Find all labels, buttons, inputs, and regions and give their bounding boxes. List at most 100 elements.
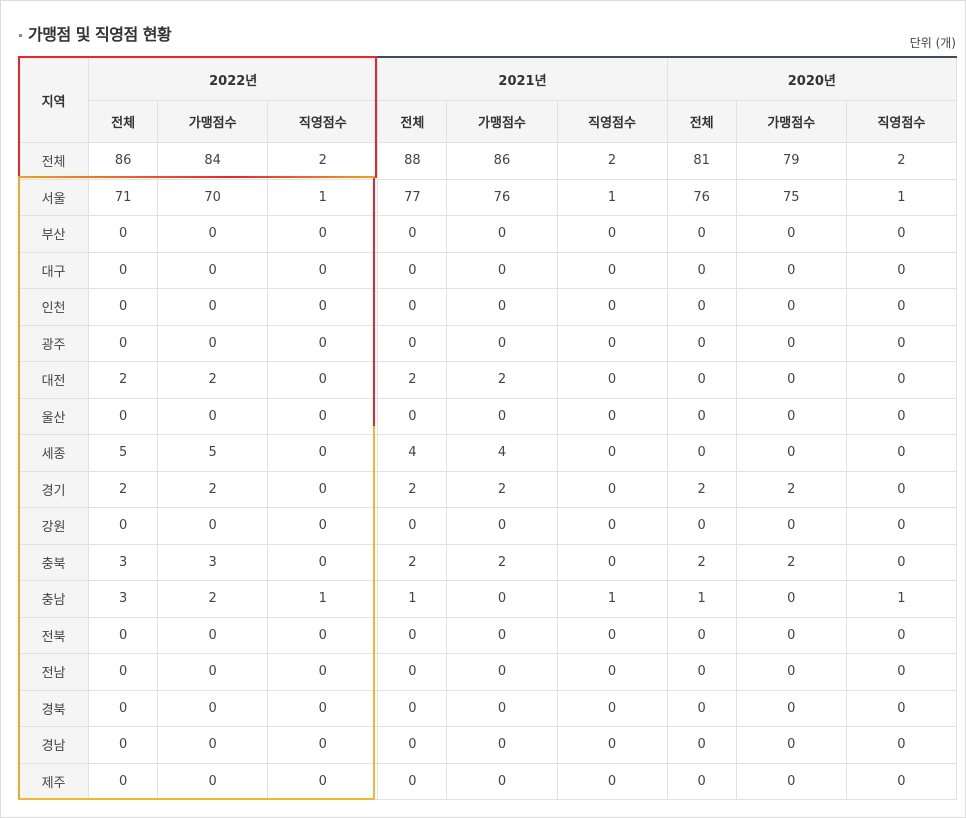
table-row: 전체 86 84 2 88 86 2 81 79 2: [17, 142, 958, 180]
unit-label: 단위 (개): [909, 36, 956, 50]
value-cell: 0: [377, 251, 448, 289]
value-cell: 0: [88, 288, 159, 326]
value-cell: 0: [377, 397, 448, 435]
value-cell: 84: [157, 142, 269, 180]
value-cell: 0: [267, 397, 379, 435]
value-cell: 1: [666, 580, 737, 618]
value-cell: 0: [556, 361, 668, 399]
value-cell: 2: [377, 470, 448, 508]
value-cell: 0: [157, 689, 269, 727]
table-row: 부산 0 0 0 0 0 0 0 0 0: [17, 215, 958, 253]
value-cell: 2: [845, 142, 958, 180]
value-cell: 81: [666, 142, 737, 180]
value-cell: 2: [157, 580, 269, 618]
value-cell: 5: [88, 434, 159, 472]
value-cell: 1: [556, 580, 668, 618]
value-cell: 0: [446, 397, 558, 435]
total-header: 전체: [88, 100, 159, 143]
value-cell: 0: [845, 251, 958, 289]
value-cell: 0: [845, 616, 958, 654]
value-cell: 0: [666, 507, 737, 545]
value-cell: 0: [88, 726, 159, 764]
value-cell: 0: [267, 251, 379, 289]
value-cell: 0: [267, 470, 379, 508]
table-row: 경기 2 2 0 2 2 0 2 2 0: [17, 470, 958, 508]
value-cell: 0: [377, 324, 448, 362]
franchise-count-header: 가맹점수: [446, 100, 558, 143]
value-cell: 0: [157, 726, 269, 764]
value-cell: 0: [157, 507, 269, 545]
bullet-icon: [19, 33, 22, 37]
value-cell: 0: [267, 726, 379, 764]
value-cell: 0: [845, 397, 958, 435]
value-cell: 0: [88, 653, 159, 691]
value-cell: 0: [88, 251, 159, 289]
region-cell: 경남: [17, 726, 90, 764]
value-cell: 0: [446, 324, 558, 362]
value-cell: 0: [666, 689, 737, 727]
table-row: 울산 0 0 0 0 0 0 0 0 0: [17, 397, 958, 435]
value-cell: 5: [157, 434, 269, 472]
value-cell: 0: [845, 507, 958, 545]
value-cell: 0: [88, 762, 159, 800]
value-cell: 0: [377, 288, 448, 326]
value-cell: 0: [845, 288, 958, 326]
value-cell: 0: [666, 762, 737, 800]
value-cell: 0: [666, 653, 737, 691]
value-cell: 70: [157, 178, 269, 216]
value-cell: 0: [556, 215, 668, 253]
value-cell: 0: [735, 397, 847, 435]
value-cell: 0: [556, 251, 668, 289]
value-cell: 0: [267, 762, 379, 800]
value-cell: 0: [446, 762, 558, 800]
value-cell: 0: [267, 507, 379, 545]
table-row: 광주 0 0 0 0 0 0 0 0 0: [17, 324, 958, 362]
value-cell: 0: [556, 689, 668, 727]
value-cell: 0: [446, 215, 558, 253]
value-cell: 0: [88, 616, 159, 654]
table-row: 강원 0 0 0 0 0 0 0 0 0: [17, 507, 958, 545]
region-cell: 부산: [17, 215, 90, 253]
value-cell: 4: [377, 434, 448, 472]
value-cell: 0: [735, 507, 847, 545]
value-cell: 0: [157, 653, 269, 691]
value-cell: 0: [556, 324, 668, 362]
value-cell: 0: [735, 653, 847, 691]
total-header: 전체: [377, 100, 448, 143]
region-cell: 대전: [17, 361, 90, 399]
value-cell: 0: [157, 324, 269, 362]
value-cell: 0: [556, 288, 668, 326]
value-cell: 75: [735, 178, 847, 216]
value-cell: 1: [845, 178, 958, 216]
value-cell: 0: [267, 653, 379, 691]
direct-count-header: 직영점수: [267, 100, 379, 143]
value-cell: 0: [157, 762, 269, 800]
page-title: 가맹점 및 직영점 현황: [28, 25, 172, 44]
value-cell: 0: [556, 726, 668, 764]
value-cell: 86: [446, 142, 558, 180]
region-cell: 광주: [17, 324, 90, 362]
value-cell: 0: [377, 616, 448, 654]
value-cell: 2: [446, 470, 558, 508]
value-cell: 0: [446, 653, 558, 691]
value-cell: 0: [735, 580, 847, 618]
value-cell: 0: [735, 324, 847, 362]
value-cell: 4: [446, 434, 558, 472]
value-cell: 0: [666, 434, 737, 472]
value-cell: 0: [377, 215, 448, 253]
value-cell: 0: [845, 361, 958, 399]
value-cell: 0: [735, 689, 847, 727]
region-cell: 전북: [17, 616, 90, 654]
region-cell: 인천: [17, 288, 90, 326]
value-cell: 0: [666, 616, 737, 654]
value-cell: 0: [666, 288, 737, 326]
value-cell: 3: [88, 543, 159, 581]
value-cell: 0: [556, 762, 668, 800]
value-cell: 0: [735, 288, 847, 326]
value-cell: 0: [845, 689, 958, 727]
value-cell: 0: [556, 543, 668, 581]
direct-count-header: 직영점수: [845, 100, 958, 143]
value-cell: 0: [446, 726, 558, 764]
value-cell: 76: [666, 178, 737, 216]
total-header: 전체: [666, 100, 737, 143]
